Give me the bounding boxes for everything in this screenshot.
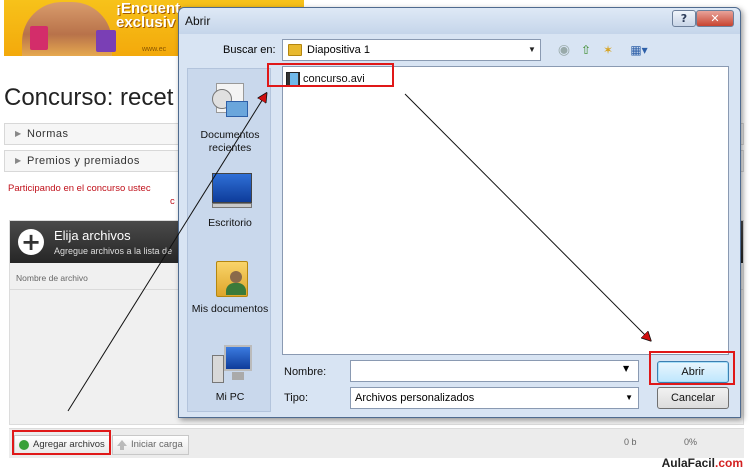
banner-headline: ¡Encuent exclusiv (116, 1, 180, 31)
start-upload-button[interactable]: Iniciar carga (112, 435, 189, 455)
chevron-down-icon: ▼ (528, 45, 536, 54)
help-button[interactable]: ? (672, 10, 696, 27)
new-folder-icon[interactable]: ✶ (600, 42, 616, 58)
chevron-down-icon: ▼ (625, 393, 633, 402)
shopping-bag-icon (30, 26, 48, 50)
dialog-title: Abrir (185, 14, 211, 28)
brand-prefix: AulaFacil (661, 456, 715, 470)
dialog-titlebar[interactable]: Abrir ? ✕ (179, 8, 740, 34)
highlight-file (267, 63, 394, 87)
place-label: Mis documentos (191, 303, 269, 315)
up-folder-icon[interactable]: ⇧ (578, 42, 594, 58)
place-recent-documents[interactable]: Documentos recientes (188, 79, 272, 159)
page-title: Concurso: recet (4, 84, 174, 111)
chevron-down-icon[interactable]: ▼ (623, 364, 629, 373)
desktop-icon (212, 171, 252, 211)
accordion-label: Premios y premiados (27, 155, 140, 167)
folder-icon (288, 44, 302, 56)
upload-percent: 0% (684, 437, 698, 447)
place-label: Escritorio (208, 217, 252, 229)
notice-text: Participando en el concurso ustec (8, 183, 151, 194)
aulafacil-logo: AulaFacil.com (662, 456, 743, 470)
uploader-footer: Agregar archivos Iniciar carga 0 b 0% (9, 428, 744, 458)
filename-label: Nombre: (284, 366, 327, 378)
lookin-dropdown[interactable]: Diapositiva 1 ▼ (282, 39, 541, 61)
triangle-right-icon: ▶ (15, 156, 22, 165)
view-menu-icon[interactable]: ▦▾ (626, 42, 652, 58)
lookin-label: Buscar en: (223, 44, 276, 56)
filetype-label: Tipo: (284, 392, 309, 404)
shopping-bag-icon (96, 30, 116, 52)
banner-headline-line-2: exclusiv (116, 14, 176, 31)
place-my-computer[interactable]: Mi PC (188, 341, 272, 421)
filetype-value: Archivos personalizados (355, 392, 475, 404)
screenshot: ¡Encuent exclusiv www.ec Concurso: recet… (0, 0, 749, 474)
recent-documents-icon (212, 83, 250, 123)
place-desktop[interactable]: Escritorio (188, 167, 272, 247)
cancel-button[interactable]: Cancelar (657, 387, 729, 409)
uploader-subtitle: Agregue archivos a la lista de (54, 246, 173, 256)
uploader-title: Elija archivos (54, 228, 131, 243)
file-list[interactable]: concurso.avi (282, 66, 729, 355)
close-button[interactable]: ✕ (696, 10, 734, 27)
arrow-up-icon (117, 440, 127, 450)
banner-footer: www.ec (142, 46, 167, 53)
highlight-open-button (649, 351, 735, 385)
place-label: Mi PC (215, 391, 245, 403)
accordion-label: Normas (27, 128, 69, 140)
filename-input[interactable] (350, 360, 639, 382)
place-label: Documentos recientes (200, 129, 260, 154)
triangle-right-icon: ▶ (15, 129, 22, 138)
lookin-value: Diapositiva 1 (307, 44, 370, 56)
column-header-filename: Nombre de archivo (16, 273, 88, 283)
filetype-dropdown[interactable]: Archivos personalizados ▼ (350, 387, 639, 409)
total-size: 0 b (624, 437, 637, 447)
notice-text-line-2: c (170, 196, 175, 207)
places-bar: Documentos recientes Escritorio Mis docu… (187, 68, 271, 412)
brand-suffix: .com (714, 456, 743, 470)
place-my-documents[interactable]: Mis documentos (188, 253, 272, 333)
my-documents-icon (212, 257, 250, 297)
start-upload-label: Iniciar carga (131, 439, 183, 450)
my-computer-icon (212, 345, 252, 385)
back-icon[interactable]: ◉ (556, 42, 572, 58)
highlight-add-files (12, 430, 111, 455)
plus-icon: + (18, 229, 44, 255)
